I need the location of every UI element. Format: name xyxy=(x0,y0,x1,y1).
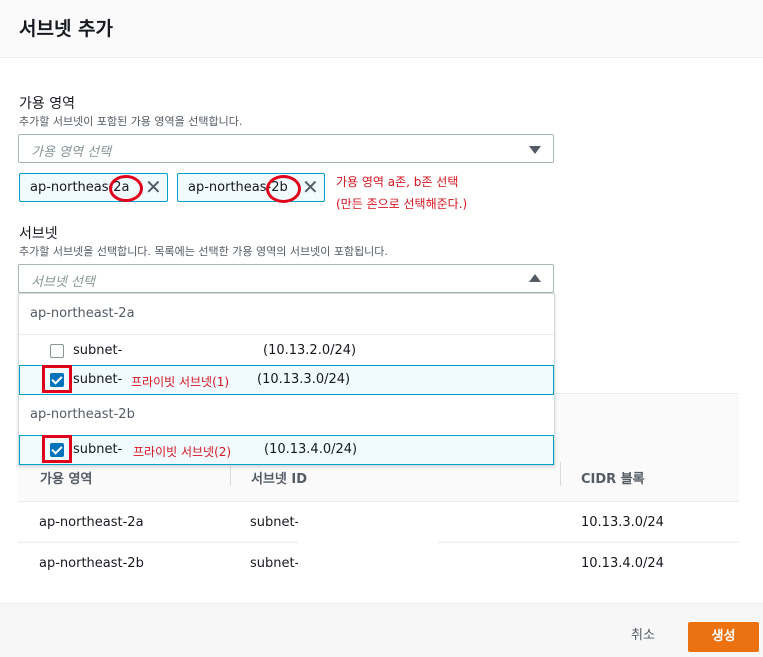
az-token-2a: ap-northeas-2a ✕ xyxy=(19,173,168,202)
subnet-option-id: subnet- xyxy=(73,442,123,457)
redacted-area xyxy=(125,339,257,361)
column-divider xyxy=(560,462,561,486)
subnet-option-selected[interactable]: subnet- 프라이빗 서브넷(1) (10.13.3.0/24) xyxy=(19,365,554,395)
close-icon[interactable]: ✕ xyxy=(145,177,162,197)
az-annotation-line1: 가용 영역 a존, b존 선택 xyxy=(336,175,459,189)
az-description: 추가할 서브넷이 포함된 가용 영역을 선택합니다. xyxy=(19,115,243,128)
subnet-option-id: subnet- xyxy=(73,343,123,358)
subnet-option-id: subnet- xyxy=(73,372,123,387)
caret-up-icon xyxy=(529,274,541,282)
table-cell-subnet-id: subnet- xyxy=(250,515,300,530)
subnet-label: 서브넷 xyxy=(19,226,58,242)
subnet-option-selected[interactable]: subnet- 프라이빗 서브넷(2) (10.13.4.0/24) xyxy=(19,435,554,465)
red-circle-highlight xyxy=(266,175,301,203)
az-token-prefix: ap-northeas xyxy=(30,180,109,195)
dropdown-group-header: ap-northeast-2a xyxy=(19,294,554,335)
subnet-option-annotation: 프라이빗 서브넷(1) xyxy=(131,375,230,389)
redacted-area xyxy=(298,505,438,581)
table-cell-subnet-id: subnet- xyxy=(250,556,300,571)
subnet-option-cidr: (10.13.4.0/24) xyxy=(264,442,358,457)
table-header-cidr: CIDR 블록 xyxy=(581,472,645,487)
dropdown-group-name: ap-northeast-2b xyxy=(30,407,135,422)
az-token-2b: ap-northeas-2b ✕ xyxy=(177,173,325,202)
close-icon[interactable]: ✕ xyxy=(302,177,319,197)
subnet-select-placeholder: 서브넷 선택 xyxy=(31,275,95,290)
subnet-option-cidr: (10.13.2.0/24) xyxy=(263,343,357,358)
modal-header: 서브넷 추가 xyxy=(0,0,763,58)
subnet-option[interactable]: subnet- (10.13.2.0/24) xyxy=(19,336,554,366)
subnet-dropdown: ap-northeast-2a subnet- (10.13.2.0/24) s… xyxy=(18,293,555,466)
az-label: 가용 영역 xyxy=(19,96,75,112)
az-token-prefix: ap-northeas xyxy=(188,180,267,195)
subnet-option-annotation: 프라이빗 서브넷(2) xyxy=(133,445,232,459)
caret-down-icon xyxy=(529,146,541,154)
dropdown-group-header: ap-northeast-2b xyxy=(19,395,554,436)
table-header-az: 가용 영역 xyxy=(40,472,93,487)
table-header-subnet-id: 서브넷 ID xyxy=(251,472,308,487)
red-circle-highlight xyxy=(109,175,143,202)
table-cell-cidr: 10.13.4.0/24 xyxy=(581,556,664,571)
az-annotation-line2: (만든 존으로 선택해준다.) xyxy=(336,197,468,211)
modal-title: 서브넷 추가 xyxy=(19,18,114,40)
red-box-highlight xyxy=(42,365,72,393)
subnet-description: 추가할 서브넷을 선택합니다. 목록에는 선택한 가용 영역의 서브넷이 포함됩… xyxy=(19,245,388,258)
table-cell-cidr: 10.13.3.0/24 xyxy=(581,515,664,530)
dropdown-group-name: ap-northeast-2a xyxy=(30,306,135,321)
create-button[interactable]: 생성 xyxy=(688,622,759,652)
red-box-highlight xyxy=(42,435,72,463)
checkbox[interactable] xyxy=(50,344,64,358)
table-cell-az: ap-northeast-2a xyxy=(39,515,144,530)
subnet-option-cidr: (10.13.3.0/24) xyxy=(257,372,351,387)
subnet-select[interactable]: 서브넷 선택 xyxy=(18,264,554,293)
cancel-button[interactable]: 취소 xyxy=(620,621,666,651)
az-select-placeholder: 가용 영역 선택 xyxy=(31,145,112,160)
table-cell-az: ap-northeast-2b xyxy=(39,556,144,571)
az-select[interactable]: 가용 영역 선택 xyxy=(18,134,554,163)
